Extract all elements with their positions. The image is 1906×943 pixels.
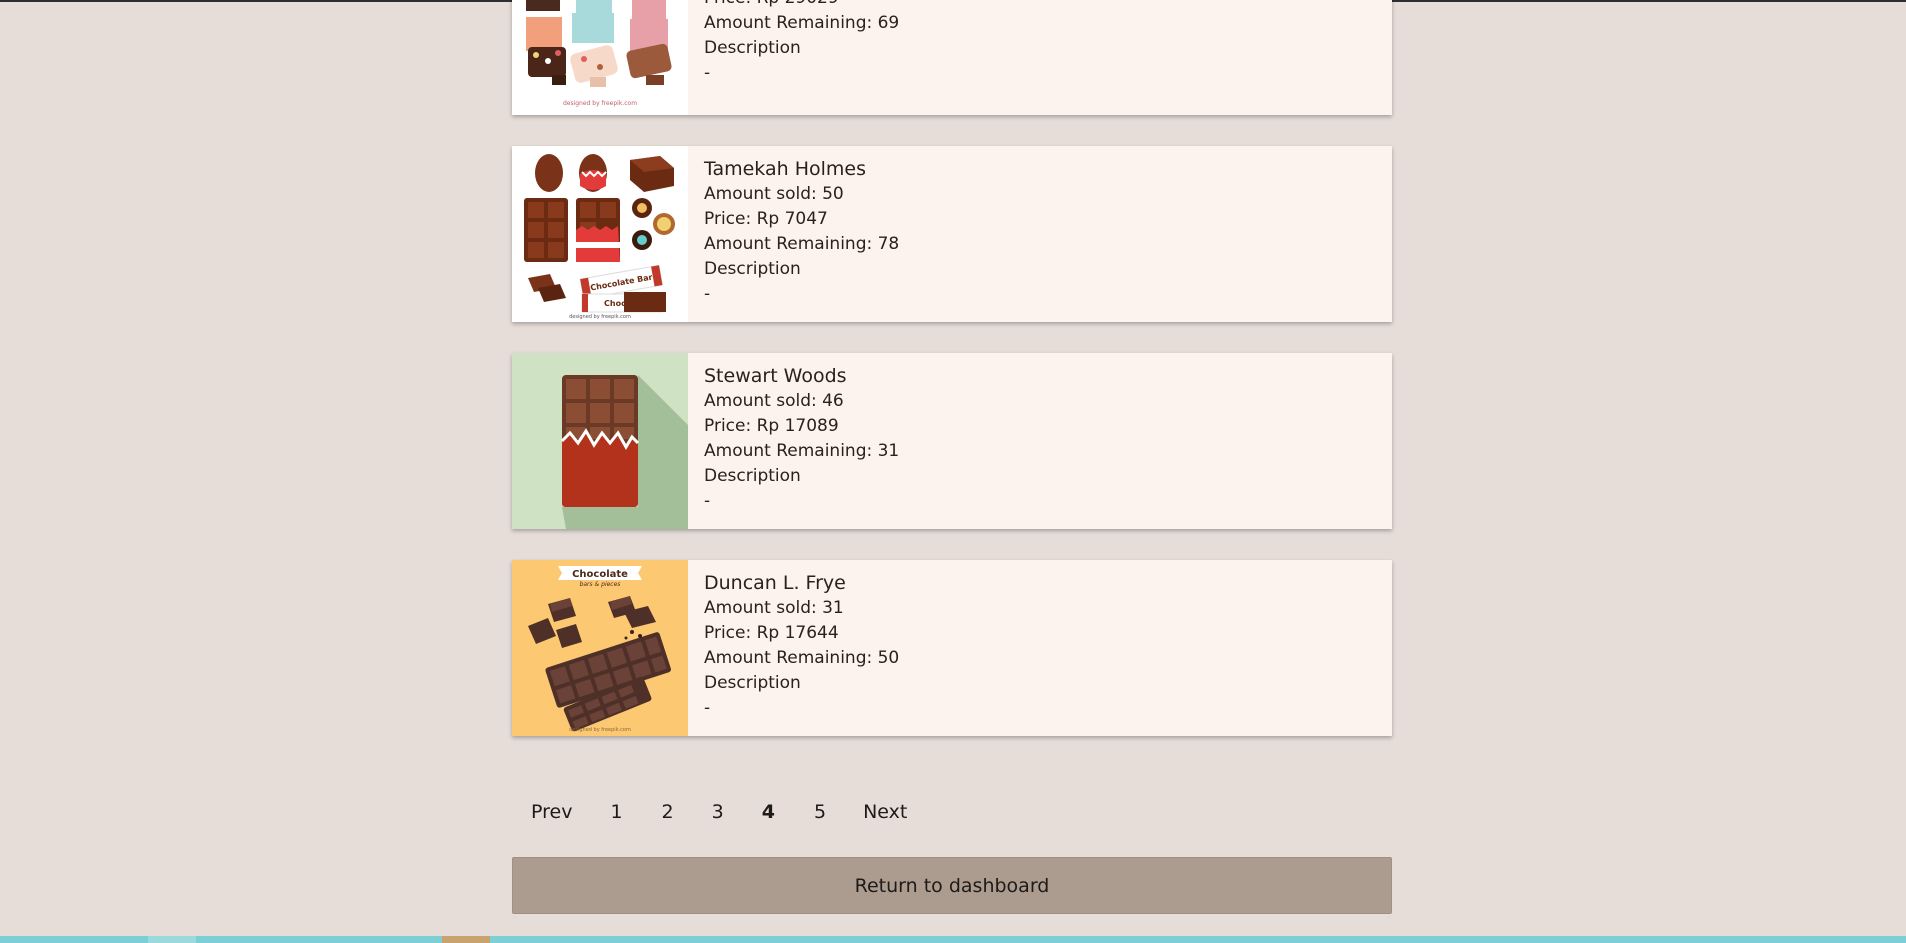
pagination-next-link[interactable]: Next	[863, 801, 907, 823]
product-name: Duncan L. Frye	[704, 572, 846, 594]
pagination-page-1[interactable]: 1	[610, 801, 622, 823]
pagination-page-4-current[interactable]: 4	[762, 801, 775, 823]
product-info: Price: Rp 29029 Amount Remaining: 69 Des…	[688, 0, 899, 115]
product-detail-line: Amount sold: 50	[704, 184, 844, 204]
product-detail-line: Amount Remaining: 31	[704, 441, 900, 461]
product-detail-line: -	[704, 491, 711, 511]
product-info: Duncan L. Frye Amount sold: 31 Price: Rp…	[688, 560, 899, 736]
bar-label-text: Chocola	[604, 299, 639, 308]
banner-subtitle-text: bars & pieces	[580, 581, 621, 588]
product-name: Stewart Woods	[704, 365, 847, 387]
pagination-page-3[interactable]: 3	[712, 801, 724, 823]
product-detail-line: Price: Rp 17089	[704, 416, 839, 436]
product-card: designed by freepik.com Price: Rp 29029 …	[512, 0, 1392, 115]
pagination-page-5[interactable]: 5	[814, 801, 826, 823]
product-detail-line: Price: Rp 29029	[704, 0, 899, 11]
bottom-decorative-strip	[0, 936, 1906, 943]
pagination: Prev 1 2 3 4 5 Next	[512, 794, 907, 830]
product-detail-line: Amount Remaining: 78	[704, 234, 900, 254]
product-detail-line: -	[704, 284, 711, 304]
credit-text: designed by freepik.com	[569, 314, 631, 320]
banner-text: Chocolate	[572, 569, 628, 580]
chocolate-bar-wrapped-image	[512, 353, 688, 529]
return-to-dashboard-button[interactable]: Return to dashboard	[512, 857, 1392, 914]
strip-segment	[442, 936, 490, 943]
product-card: Chocolate Bar Chocola designed by freepi…	[512, 146, 1392, 322]
product-detail-line: Description	[704, 259, 801, 279]
pagination-prev-link[interactable]: Prev	[531, 801, 572, 823]
product-detail-line: Description	[704, 673, 801, 693]
product-detail-line: Price: Rp 7047	[704, 209, 828, 229]
product-detail-line: Amount Remaining: 69	[704, 13, 900, 33]
product-detail-line: Amount sold: 46	[704, 391, 844, 411]
strip-segment	[148, 936, 196, 943]
product-info: Stewart Woods Amount sold: 46 Price: Rp …	[688, 353, 899, 529]
product-detail-line: -	[704, 698, 711, 718]
product-detail-line: Description	[704, 38, 801, 58]
chocolate-assorted-bars-image: designed by freepik.com	[512, 0, 688, 115]
product-card: Chocolate bars & pieces designed by free…	[512, 560, 1392, 736]
credit-text: designed by freepik.com	[569, 727, 631, 733]
product-card: Stewart Woods Amount sold: 46 Price: Rp …	[512, 353, 1392, 529]
product-name: Tamekah Holmes	[704, 158, 866, 180]
pagination-page-2[interactable]: 2	[662, 801, 674, 823]
chocolate-sweets-set-image: Chocolate Bar Chocola designed by freepi…	[512, 146, 688, 322]
product-info: Tamekah Holmes Amount sold: 50 Price: Rp…	[688, 146, 899, 322]
chocolate-bars-pieces-image: Chocolate bars & pieces designed by free…	[512, 560, 688, 736]
product-detail-line: Price: Rp 17644	[704, 623, 839, 643]
product-detail-line: -	[704, 63, 711, 83]
product-detail-line: Amount Remaining: 50	[704, 648, 900, 668]
credit-text: designed by freepik.com	[563, 100, 637, 107]
product-detail-line: Amount sold: 31	[704, 598, 844, 618]
product-detail-line: Description	[704, 466, 801, 486]
